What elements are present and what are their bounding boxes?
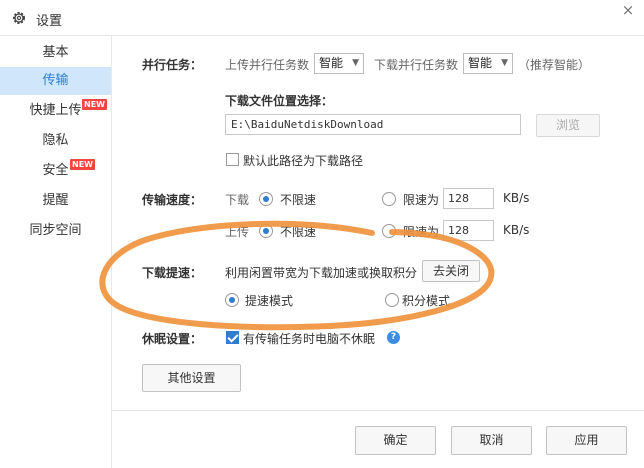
download-path-input[interactable]: E:\BaiduNetdiskDownload <box>225 114 521 135</box>
sidebar-item-sync-space[interactable]: 同步空间 <box>0 217 111 245</box>
upload-limit-input[interactable]: 128 <box>443 220 494 241</box>
sidebar-item-basic[interactable]: 基本 <box>0 39 111 67</box>
download-speed-label: 下载 <box>225 193 250 207</box>
sidebar-item-label: 同步空间 <box>29 223 82 238</box>
title-bar: 设置 × <box>0 0 644 36</box>
cancel-button[interactable]: 取消 <box>451 426 532 455</box>
chevron-down-icon: ▼ <box>352 58 359 68</box>
download-accelerate-label: 下载提速： <box>142 266 203 280</box>
download-parallel-select[interactable]: 智能 ▼ <box>463 53 513 74</box>
download-parallel-label: 下载并行任务数 <box>374 58 459 72</box>
upload-parallel-label: 上传并行任务数 <box>225 58 310 72</box>
new-badge: NEW <box>82 99 107 110</box>
other-settings-button[interactable]: 其他设置 <box>142 364 241 392</box>
no-sleep-label: 有传输任务时电脑不休眠 <box>243 332 376 346</box>
accelerate-description: 利用闲置带宽为下载加速或换取积分 <box>225 266 418 280</box>
download-unlimited-radio[interactable] <box>259 192 273 206</box>
sidebar-item-label: 安全 <box>42 163 69 178</box>
footer-divider <box>112 410 644 411</box>
upload-parallel-select[interactable]: 智能 ▼ <box>314 53 364 74</box>
sidebar-item-label: 传输 <box>42 73 69 88</box>
default-path-checkbox[interactable] <box>226 153 239 166</box>
help-icon[interactable]: ? <box>387 331 400 344</box>
apply-button[interactable]: 应用 <box>546 426 627 455</box>
window-title: 设置 <box>36 14 63 29</box>
speed-mode-radio[interactable] <box>225 293 239 307</box>
sidebar-item-label: 快捷上传 <box>29 103 82 118</box>
sidebar-item-label: 隐私 <box>42 133 69 148</box>
default-path-label: 默认此路径为下载路径 <box>243 154 364 168</box>
turn-off-accelerate-button[interactable]: 去关闭 <box>422 260 480 282</box>
close-icon[interactable]: × <box>620 2 636 18</box>
gear-icon <box>13 12 25 24</box>
upload-limit-label: 限速为 <box>403 225 440 239</box>
upload-unlimited-label: 不限速 <box>280 225 317 239</box>
sidebar-item-label: 基本 <box>42 45 69 60</box>
upload-limit-radio[interactable] <box>382 224 396 238</box>
download-limit-input[interactable]: 128 <box>443 188 494 209</box>
sidebar-item-reminder[interactable]: 提醒 <box>0 187 111 215</box>
recommend-hint: （推荐智能） <box>518 58 591 72</box>
ok-button[interactable]: 确定 <box>355 426 436 455</box>
upload-unit-label: KB/s <box>503 223 530 237</box>
sidebar-item-privacy[interactable]: 隐私 <box>0 127 111 155</box>
sidebar: 基本 传输 快捷上传 NEW 隐私 安全 NEW 提醒 同步空间 <box>0 36 112 468</box>
browse-button[interactable]: 浏览 <box>536 114 600 137</box>
transfer-speed-label: 传输速度： <box>142 193 203 207</box>
new-badge: NEW <box>70 159 95 170</box>
parallel-tasks-label: 并行任务： <box>142 58 203 72</box>
sleep-settings-label: 休眠设置： <box>142 332 203 346</box>
no-sleep-checkbox[interactable] <box>226 331 239 344</box>
sidebar-item-quick-upload[interactable]: 快捷上传 NEW <box>0 97 111 125</box>
sidebar-item-security[interactable]: 安全 NEW <box>0 157 111 185</box>
download-limit-radio[interactable] <box>382 192 396 206</box>
upload-speed-label: 上传 <box>225 225 250 239</box>
download-location-label: 下载文件位置选择： <box>225 94 334 108</box>
upload-unlimited-radio[interactable] <box>259 224 273 238</box>
sidebar-item-transfer[interactable]: 传输 <box>0 67 111 95</box>
sidebar-item-label: 提醒 <box>42 193 69 208</box>
download-unit-label: KB/s <box>503 191 530 205</box>
points-mode-radio[interactable] <box>385 293 399 307</box>
points-mode-label: 积分模式 <box>402 294 451 308</box>
speed-mode-label: 提速模式 <box>245 294 294 308</box>
chevron-down-icon: ▼ <box>501 58 508 68</box>
download-unlimited-label: 不限速 <box>280 193 317 207</box>
download-limit-label: 限速为 <box>403 193 440 207</box>
transfer-settings-panel: 并行任务： 上传并行任务数 智能 ▼ 下载并行任务数 智能 ▼ （推荐智能） 下… <box>112 36 644 468</box>
